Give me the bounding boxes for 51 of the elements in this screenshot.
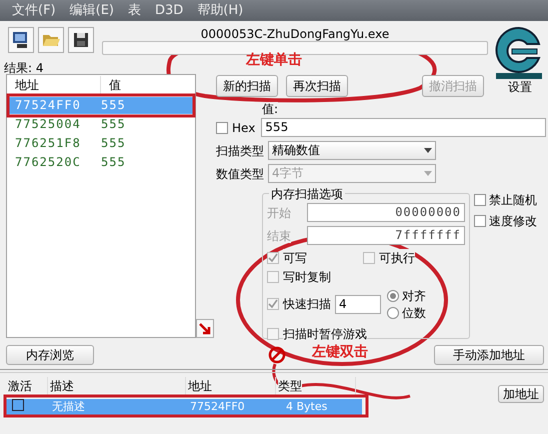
menu-item[interactable]: 表: [128, 0, 141, 20]
dropdown[interactable]: 精确数值: [268, 141, 436, 160]
checkbox-label: 速度修改: [489, 212, 537, 230]
value-label: 值:: [262, 102, 278, 116]
annotation-text: 左键单击: [246, 51, 302, 70]
memory-view-button[interactable]: 内存浏览: [6, 345, 94, 365]
column-header[interactable]: 值: [101, 76, 195, 94]
checkbox-label: 写时复制: [283, 268, 331, 286]
checkbox[interactable]: [12, 399, 24, 411]
result-row[interactable]: 776251F8 555: [9, 135, 193, 152]
result-row[interactable]: 7762520C 555: [9, 154, 193, 171]
scan-button[interactable]: 新的扫描: [216, 75, 278, 97]
checkbox-label: Hex: [232, 120, 256, 136]
field-label: 结束: [267, 228, 291, 242]
result-row[interactable]: 77525004 555: [9, 116, 193, 133]
checkbox-label: 可执行: [379, 248, 415, 266]
checkbox-label: 快速扫描: [283, 295, 331, 313]
logo-icon: [494, 24, 544, 80]
checkbox-label: 可写: [283, 248, 307, 266]
field-label: 开始: [267, 206, 291, 220]
settings-link[interactable]: 设置: [508, 75, 532, 97]
field-label: 扫描类型: [216, 142, 265, 160]
column-header[interactable]: 地址: [7, 76, 101, 94]
checkbox[interactable]: [216, 122, 228, 134]
menu-item[interactable]: D3D: [154, 0, 184, 20]
add-address-button[interactable]: 手动添加地址: [434, 345, 544, 365]
field-label: 数值类型: [216, 166, 265, 182]
column-header[interactable]: 描述: [50, 379, 74, 393]
checkbox-label: 禁止随机: [489, 192, 537, 208]
checkbox[interactable]: [474, 194, 486, 206]
caret-icon: [424, 171, 432, 176]
column-header[interactable]: 类型: [278, 379, 302, 393]
add-address-button[interactable]: 加地址: [498, 385, 544, 403]
stop-icon[interactable]: [268, 346, 286, 364]
column-header[interactable]: 地址: [188, 379, 212, 393]
computer-icon[interactable]: [8, 27, 34, 53]
annotation-text: 左键双击: [312, 343, 368, 362]
column-header[interactable]: 激活: [8, 379, 32, 393]
process-title: 0000053C-ZhuDongFangYu.exe: [200, 27, 390, 41]
value-field[interactable]: 555: [261, 118, 546, 137]
menu-item[interactable]: 帮助(H): [197, 0, 244, 20]
radio-label: 对齐: [402, 286, 426, 304]
scan-button[interactable]: 再次扫描: [286, 75, 348, 97]
checkbox[interactable]: [474, 214, 486, 226]
caret-icon: [424, 148, 432, 153]
checkbox-label: 扫描时暂停游戏: [283, 325, 367, 343]
results-count: 结果: 4: [3, 61, 44, 75]
menu-item[interactable]: 编辑(E): [70, 0, 114, 20]
menu-item[interactable]: 文件(F): [12, 0, 56, 20]
save-icon[interactable]: [68, 27, 94, 53]
group-title: 内存扫描选项: [269, 185, 345, 203]
